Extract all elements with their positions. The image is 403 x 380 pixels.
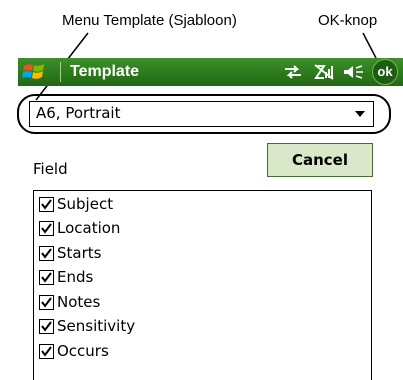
field-label: Field [33, 160, 68, 178]
field-list[interactable]: Subject Location Starts Ends Notes Sensi… [33, 190, 372, 380]
field-item-label: Occurs [57, 342, 109, 360]
checkmark-icon [41, 272, 52, 283]
checkbox-location[interactable] [39, 221, 54, 236]
checkbox-ends[interactable] [39, 270, 54, 285]
field-item-label: Location [57, 219, 121, 237]
checkmark-icon [41, 321, 52, 332]
connectivity-icon[interactable] [283, 63, 303, 81]
field-item-label: Sensitivity [57, 317, 136, 335]
field-item-label: Starts [57, 244, 102, 262]
template-select[interactable]: A6, Portrait [29, 101, 374, 127]
title-bar: Template ok [18, 58, 403, 86]
no-signal-icon[interactable] [313, 63, 335, 81]
template-select-value: A6, Portrait [36, 104, 121, 122]
checkmark-icon [41, 346, 52, 357]
checkbox-subject[interactable] [39, 197, 54, 212]
chevron-down-icon[interactable] [355, 111, 365, 117]
checkmark-icon [41, 223, 52, 234]
field-item-label: Ends [57, 268, 94, 286]
checkmark-icon [41, 297, 52, 308]
checkbox-notes[interactable] [39, 295, 54, 310]
checkbox-starts[interactable] [39, 246, 54, 261]
checkmark-icon [41, 199, 52, 210]
field-item-label: Notes [57, 293, 101, 311]
checkmark-icon [41, 248, 52, 259]
windows-logo-icon[interactable] [22, 61, 48, 83]
field-item-label: Subject [57, 195, 114, 213]
title-separator [60, 62, 61, 82]
speaker-icon[interactable] [342, 63, 364, 81]
cancel-button[interactable]: Cancel [267, 143, 373, 177]
checkbox-sensitivity[interactable] [39, 319, 54, 334]
ok-button[interactable]: ok [372, 59, 398, 85]
checkbox-occurs[interactable] [39, 344, 54, 359]
app-title: Template [70, 63, 140, 80]
